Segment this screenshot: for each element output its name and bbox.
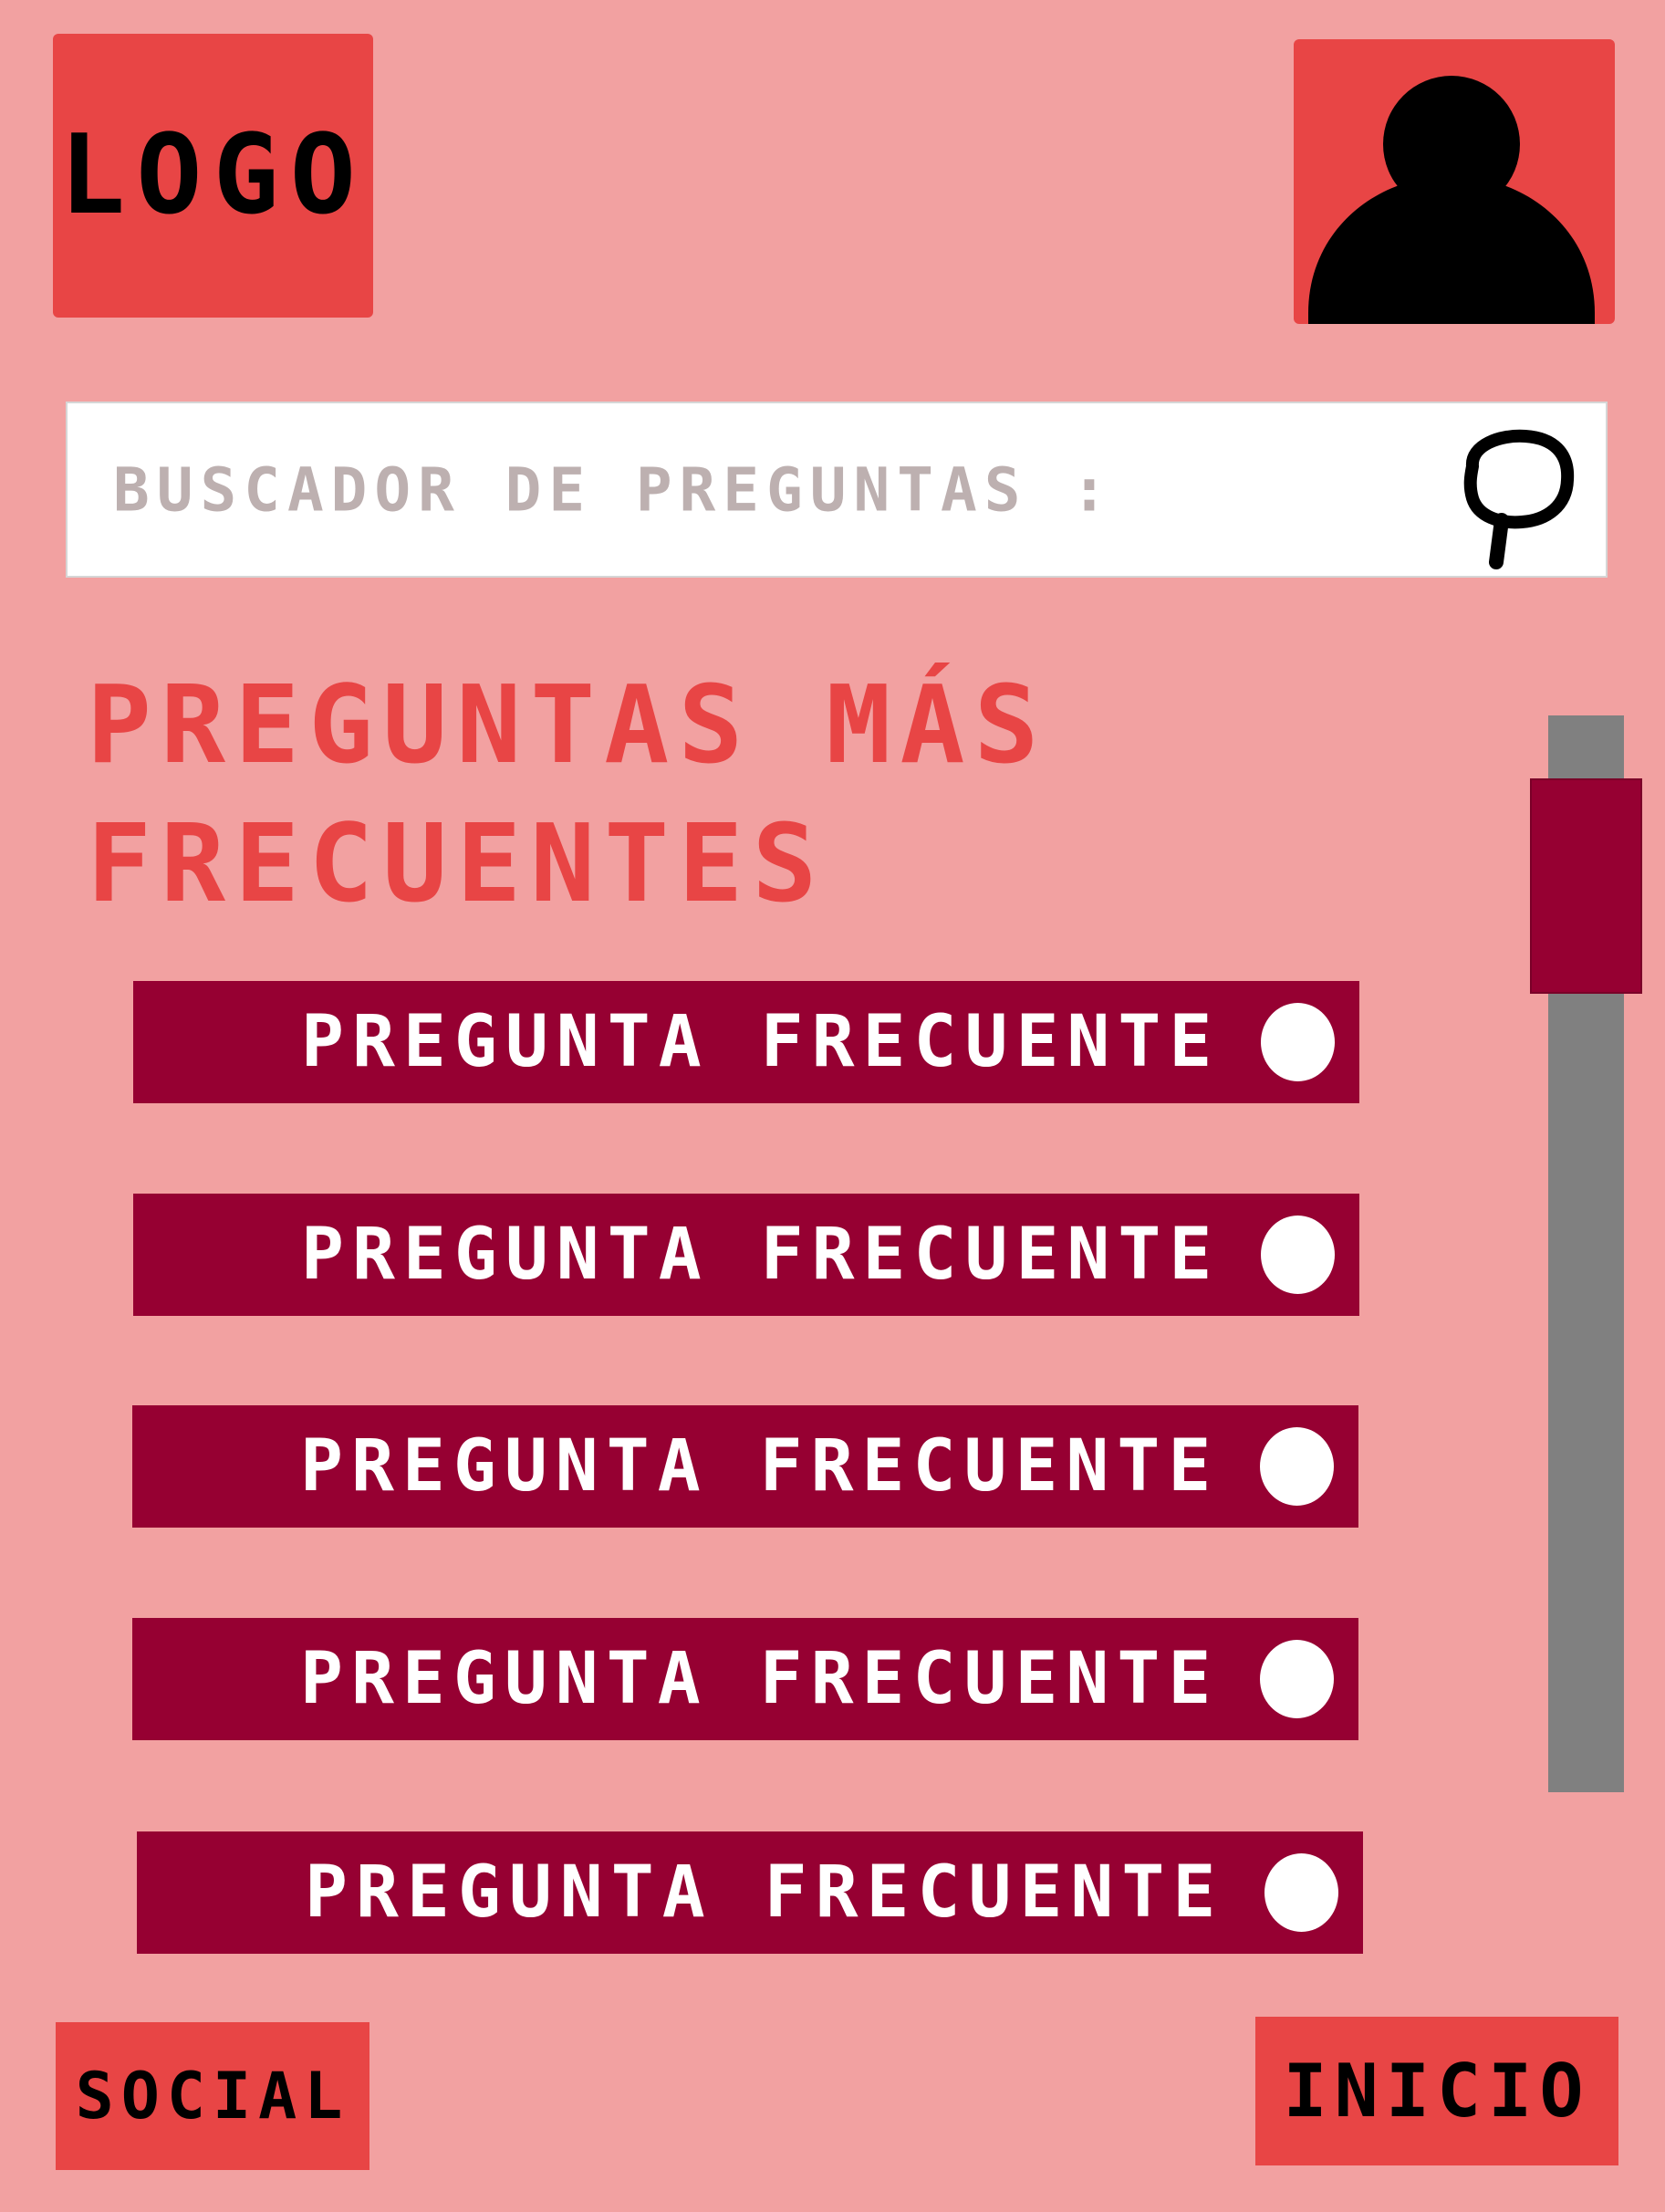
home-button[interactable]: INICIO: [1255, 2017, 1618, 2165]
search-icon[interactable]: [1445, 425, 1582, 571]
search-input[interactable]: [113, 454, 1390, 525]
faq-expand-dot-icon[interactable]: [1261, 1216, 1335, 1294]
faq-item[interactable]: PREGUNTA FRECUENTE: [133, 981, 1359, 1103]
faq-item-label: PREGUNTA FRECUENTE: [300, 1425, 1220, 1508]
user-avatar-button[interactable]: [1294, 39, 1615, 324]
social-button-label: SOCIAL: [75, 2059, 350, 2134]
faq-expand-dot-icon[interactable]: [1260, 1427, 1334, 1506]
faq-expand-dot-icon[interactable]: [1264, 1853, 1338, 1932]
section-title: PREGUNTAS MÁS FRECUENTES: [87, 662, 1048, 926]
search-bar: [66, 402, 1608, 578]
faq-item-label: PREGUNTA FRECUENTE: [301, 1214, 1221, 1296]
social-button[interactable]: SOCIAL: [56, 2022, 369, 2170]
faq-expand-dot-icon[interactable]: [1260, 1640, 1334, 1718]
logo[interactable]: LOGO: [53, 34, 373, 318]
home-button-label: INICIO: [1283, 2048, 1591, 2134]
faq-item-label: PREGUNTA FRECUENTE: [300, 1638, 1220, 1720]
scrollbar-thumb[interactable]: [1530, 778, 1642, 994]
faq-expand-dot-icon[interactable]: [1261, 1003, 1335, 1081]
faq-item-label: PREGUNTA FRECUENTE: [305, 1852, 1224, 1934]
faq-item-label: PREGUNTA FRECUENTE: [301, 1001, 1221, 1083]
logo-text: LOGO: [59, 111, 367, 239]
faq-item[interactable]: PREGUNTA FRECUENTE: [137, 1831, 1363, 1954]
user-avatar-icon: [1308, 76, 1595, 324]
faq-item[interactable]: PREGUNTA FRECUENTE: [132, 1618, 1358, 1740]
faq-item[interactable]: PREGUNTA FRECUENTE: [133, 1194, 1359, 1316]
faq-item[interactable]: PREGUNTA FRECUENTE: [132, 1405, 1358, 1528]
